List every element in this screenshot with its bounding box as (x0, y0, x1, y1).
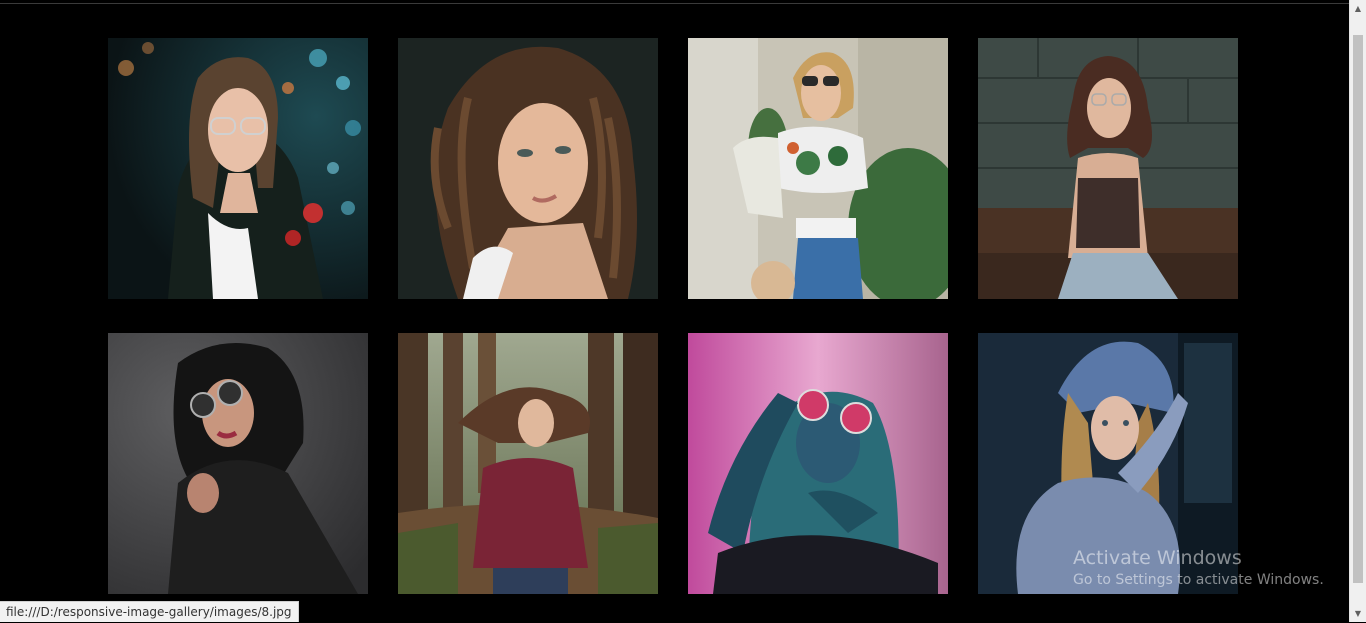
gallery-image-2[interactable] (398, 38, 658, 299)
gallery-image-1[interactable] (108, 38, 368, 299)
gallery-image-3[interactable] (688, 38, 948, 299)
browser-viewport: Activate Windows Go to Settings to activ… (0, 0, 1366, 622)
activate-windows-watermark: Activate Windows Go to Settings to activ… (1073, 546, 1324, 590)
gallery-image-4[interactable] (978, 38, 1238, 299)
scrollbar-thumb[interactable] (1353, 35, 1363, 583)
watermark-text: Go to Settings to activate Windows. (1073, 572, 1324, 588)
top-divider (0, 3, 1349, 4)
vertical-scrollbar[interactable]: ▲ ▼ (1349, 0, 1366, 622)
gallery-image-6[interactable] (398, 333, 658, 594)
gallery-image-7[interactable] (688, 333, 948, 594)
scroll-up-arrow-icon[interactable]: ▲ (1350, 0, 1366, 17)
image-gallery (108, 38, 1238, 594)
scroll-down-arrow-icon[interactable]: ▼ (1350, 605, 1366, 622)
gallery-image-5[interactable] (108, 333, 368, 594)
watermark-title: Activate Windows (1073, 547, 1242, 569)
status-bar-url: file:///D:/responsive-image-gallery/imag… (0, 601, 299, 622)
